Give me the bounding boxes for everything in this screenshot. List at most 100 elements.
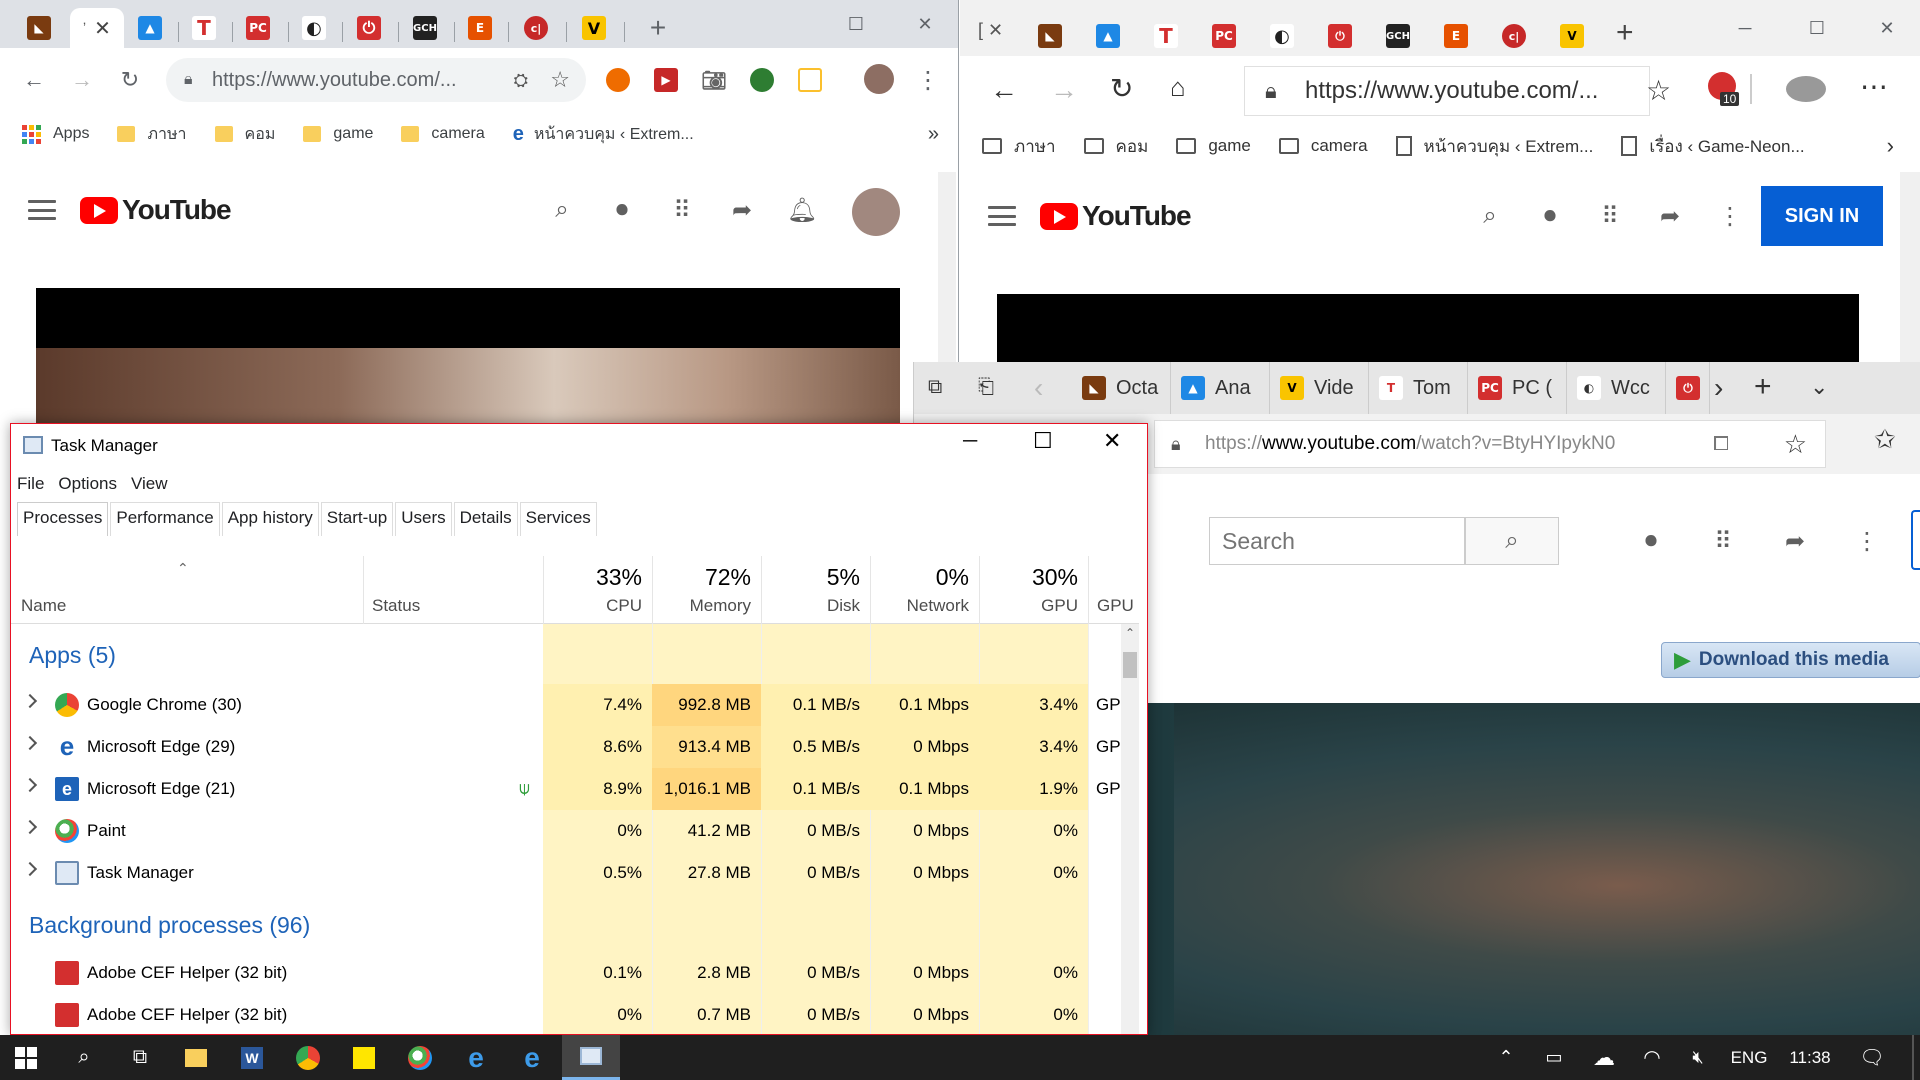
column-disk[interactable]: 5% Disk <box>761 556 870 624</box>
scrollbar-thumb[interactable] <box>1123 652 1137 678</box>
favorite-folder-game[interactable]: game <box>1176 136 1251 156</box>
chrome-tab-arch[interactable]: ▲ <box>130 8 170 48</box>
messages-icon[interactable]: ➦ <box>1654 200 1686 232</box>
edge-profile-avatar[interactable] <box>1786 76 1826 102</box>
t-icon[interactable]: T <box>1154 24 1178 48</box>
messages-icon[interactable]: ➦ <box>726 194 758 226</box>
chrome-tab-gauntlet[interactable]: ◐ <box>294 8 334 48</box>
edge-page-scrollbar[interactable] <box>1900 172 1920 362</box>
column-gpu-engine[interactable]: GPU E <box>1088 556 1139 624</box>
menu-view[interactable]: View <box>131 474 168 494</box>
maximize-button[interactable]: ☐ <box>1033 428 1053 454</box>
bookmarks-overflow-icon[interactable]: » <box>928 123 939 146</box>
chrome-address-bar[interactable]: 🔒︎ https://www.youtube.com/... ⛭ ☆ <box>166 58 586 102</box>
close-button[interactable]: ✕ <box>1103 428 1121 454</box>
bookmark-extreme[interactable]: e หน้าควบคุม ‹ Extrem... <box>513 122 694 147</box>
bookmark-folder-game[interactable]: game <box>303 125 373 143</box>
bookmark-folder-language[interactable]: ภาษา <box>117 122 187 147</box>
hamburger-menu-icon[interactable] <box>28 200 56 220</box>
process-row-paint[interactable]: Paint 0% 41.2 MB 0 MB/s 0 Mbps 0% <box>11 810 1121 852</box>
process-row-chrome[interactable]: Google Chrome (30) 7.4% 992.8 MB 0.1 MB/… <box>11 684 1128 726</box>
action-center-icon[interactable]: 🗨︎ <box>1852 1035 1892 1080</box>
edge-maximize-button[interactable]: ☐ <box>1794 14 1840 42</box>
edge-active-tab[interactable]: [ ✕ <box>978 20 1003 41</box>
favorites-overflow-icon[interactable]: › <box>1887 133 1894 159</box>
bookmark-folder-computer[interactable]: คอม <box>214 122 275 147</box>
chrome-tab-gch[interactable]: GCH <box>404 8 446 48</box>
favorite-star-icon[interactable]: ☆ <box>1784 429 1807 460</box>
home-icon[interactable]: ⌂ <box>1170 72 1186 103</box>
tab-app-history[interactable]: App history <box>221 502 319 536</box>
sign-in-button-partial[interactable] <box>1911 510 1920 570</box>
notifications-bell-icon[interactable]: 🔔︎ <box>786 194 818 226</box>
pcgames-icon[interactable]: PC <box>1212 24 1236 48</box>
sign-in-button[interactable]: SIGN IN <box>1761 186 1883 246</box>
forward-button[interactable]: → <box>62 60 102 100</box>
process-list-scrollbar[interactable]: ⌃ <box>1121 624 1139 1034</box>
chrome-tab-game[interactable]: ◣ <box>14 8 64 48</box>
create-video-icon[interactable]: ⏺︎ <box>1534 200 1566 232</box>
legacy-edge-address-bar[interactable]: 🔒︎ https://www.youtube.com/watch?v=BtyHY… <box>1154 420 1826 468</box>
bookmark-apps[interactable]: Apps <box>22 124 89 144</box>
expand-chevron-icon[interactable] <box>22 693 38 709</box>
process-row-task-manager[interactable]: Task Manager 0.5% 27.8 MB 0 MB/s 0 Mbps … <box>11 852 1121 894</box>
start-button[interactable] <box>0 1035 52 1080</box>
expand-chevron-icon[interactable] <box>22 777 38 793</box>
menu-file[interactable]: File <box>17 474 44 494</box>
edge-address-bar[interactable]: 🔒︎ https://www.youtube.com/... <box>1244 66 1650 116</box>
gch-icon[interactable]: GCH <box>1386 24 1410 48</box>
legacy-tab-ana[interactable]: ▲ Ana <box>1171 362 1270 414</box>
chrome-close-button[interactable]: ✕ <box>902 10 948 38</box>
volume-muted-icon[interactable]: 🔇︎ <box>1678 1035 1718 1080</box>
favorite-folder-computer[interactable]: คอม <box>1083 133 1148 160</box>
expand-chevron-icon[interactable] <box>22 819 38 835</box>
search-icon[interactable]: ⌕ <box>546 194 578 226</box>
youtube-search-input[interactable]: Search <box>1209 517 1465 565</box>
chrome-tab-v[interactable]: V <box>572 8 616 48</box>
youtube-search-button[interactable]: ⌕ <box>1465 517 1559 565</box>
chrome-taskbar-icon[interactable] <box>282 1035 334 1080</box>
tab-preview-icon[interactable]: ⧉ <box>928 376 942 399</box>
search-taskbar-icon[interactable]: ⌕ <box>58 1035 110 1080</box>
expand-chevron-icon[interactable] <box>22 861 38 877</box>
column-gpu[interactable]: 30% GPU <box>979 556 1088 624</box>
column-name[interactable]: Name <box>11 556 363 624</box>
tab-users[interactable]: Users <box>395 502 452 536</box>
bookmark-star-icon[interactable]: ☆ <box>550 67 570 93</box>
chrome-menu-icon[interactable]: ⋮ <box>908 60 948 100</box>
e-icon[interactable]: E <box>1444 24 1468 48</box>
wifi-icon[interactable]: ◠ <box>1632 1035 1672 1080</box>
new-tab-button[interactable]: + <box>1616 16 1634 50</box>
expand-chevron-icon[interactable] <box>22 735 38 751</box>
v-icon[interactable]: V <box>1560 24 1584 48</box>
task-manager-taskbar-icon[interactable] <box>562 1035 620 1080</box>
chrome-tab-pcgames[interactable]: PC <box>238 8 278 48</box>
tab-details[interactable]: Details <box>453 502 518 536</box>
game-icon[interactable]: ◣ <box>1038 24 1062 48</box>
translate-icon[interactable]: ⛭ <box>514 70 528 91</box>
legacy-tab-tom[interactable]: T Tom <box>1369 362 1468 414</box>
search-icon[interactable]: ⌕ <box>1474 200 1506 232</box>
column-status[interactable]: Status <box>363 556 543 624</box>
reading-view-icon[interactable]: ⧠ <box>1713 433 1729 456</box>
forward-button[interactable]: → <box>1050 74 1078 106</box>
scroll-up-icon[interactable]: ⌃ <box>1125 626 1135 640</box>
favorite-folder-camera[interactable]: camera <box>1278 136 1368 156</box>
file-explorer-icon[interactable] <box>170 1035 222 1080</box>
arch-icon[interactable]: ▲ <box>1096 24 1120 48</box>
edge-minimize-button[interactable]: ─ <box>1722 14 1768 42</box>
profile-avatar[interactable] <box>864 64 894 94</box>
more-vert-icon[interactable]: ⋮ <box>1714 200 1746 232</box>
battery-icon[interactable]: ▭ <box>1534 1035 1574 1080</box>
edge-legacy-taskbar-icon[interactable]: e <box>506 1035 558 1080</box>
globe-extension-icon[interactable] <box>750 68 774 92</box>
extension-video-icon[interactable]: ▶ <box>654 68 678 92</box>
video-player[interactable] <box>36 348 900 428</box>
column-cpu[interactable]: 33% CPU <box>543 556 652 624</box>
paint-taskbar-icon[interactable] <box>394 1035 446 1080</box>
apps-grid-icon[interactable]: ⠿ <box>1594 200 1626 232</box>
column-network[interactable]: 0% Network <box>870 556 979 624</box>
extension-orange-icon[interactable] <box>606 68 630 92</box>
tab-services[interactable]: Services <box>519 502 597 536</box>
new-tab-button[interactable]: + <box>640 8 676 48</box>
